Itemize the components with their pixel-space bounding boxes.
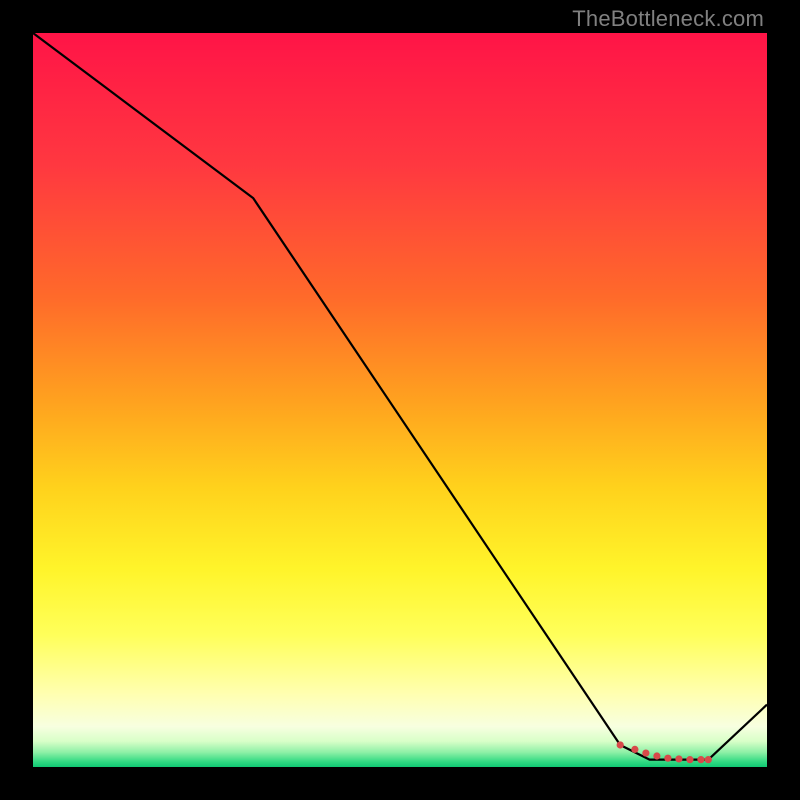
data-marker: [705, 756, 712, 763]
data-marker: [664, 755, 671, 762]
plot-area: [33, 33, 767, 767]
data-marker: [642, 749, 649, 756]
data-marker: [675, 755, 682, 762]
data-marker: [686, 756, 693, 763]
chart-frame: TheBottleneck.com: [0, 0, 800, 800]
plot-svg: [33, 33, 767, 767]
data-marker: [617, 741, 624, 748]
data-marker: [631, 746, 638, 753]
gradient-background: [33, 33, 767, 767]
data-marker: [653, 752, 660, 759]
data-marker: [697, 756, 704, 763]
watermark-text: TheBottleneck.com: [572, 6, 764, 32]
